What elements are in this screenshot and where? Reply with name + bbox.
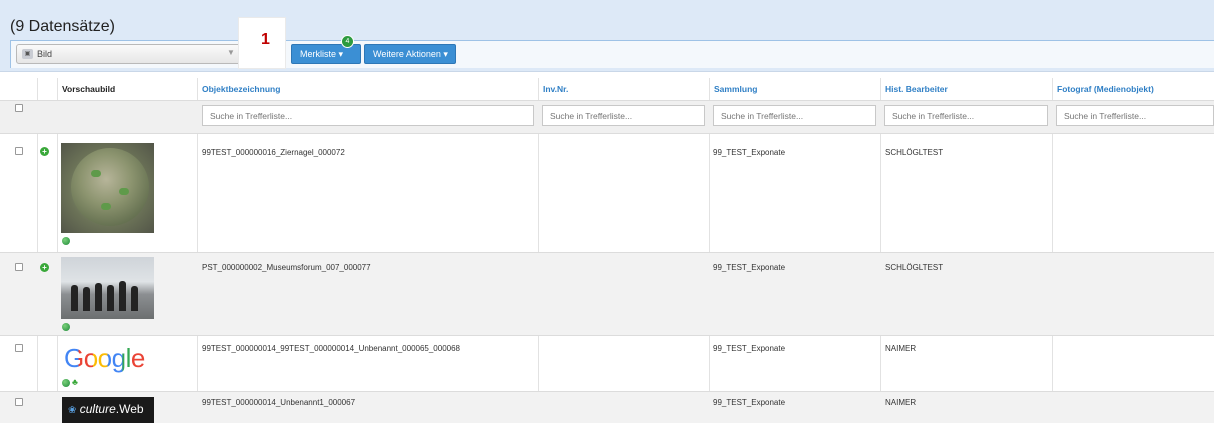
- cell-objektbezeichnung: 99TEST_000000014_Unbenannt1_000067: [202, 398, 356, 407]
- patina-spot: [119, 188, 129, 195]
- result-header: (9 Datensätze) ▣ Bild ▼ 1 Merkliste ▾ 4 …: [0, 0, 1214, 72]
- annotation-number: 1: [261, 31, 270, 48]
- search-invnr[interactable]: [542, 105, 705, 126]
- table-row[interactable]: + 99TEST_000000016_Ziernagel_000072 99_T…: [0, 135, 1214, 253]
- cultureweb-logo-italic: culture: [79, 402, 116, 416]
- thumbnail-group-photo-image[interactable]: [61, 257, 154, 319]
- view-select[interactable]: ▣ Bild ▼: [16, 44, 248, 64]
- google-logo-text: Google: [64, 343, 145, 373]
- column-header-vorschaubild: Vorschaubild: [62, 84, 116, 94]
- person-figure: [83, 287, 90, 311]
- cell-sammlung: 99_TEST_Exponate: [713, 148, 786, 157]
- chevron-down-icon: ▼: [227, 48, 235, 57]
- person-figure: [107, 285, 114, 311]
- add-icon[interactable]: +: [40, 263, 49, 272]
- patina-spot: [91, 170, 101, 177]
- globe-icon[interactable]: [62, 323, 70, 331]
- column-header-hist-bearbeiter[interactable]: Hist. Bearbeiter: [881, 78, 948, 100]
- patina-spot: [101, 203, 111, 210]
- view-select-label: Bild: [37, 49, 53, 59]
- cell-objektbezeichnung: PST_000000002_Museumsforum_007_000077: [202, 263, 371, 272]
- thumbnail-cultureweb-logo-image[interactable]: ❀ culture.Web: [62, 397, 154, 423]
- cell-hist-bearbeiter: NAIMER: [885, 398, 917, 407]
- search-fotograf[interactable]: [1056, 105, 1214, 126]
- weitere-aktionen-label: Weitere Aktionen: [373, 49, 441, 59]
- add-icon[interactable]: +: [40, 147, 49, 156]
- cultureweb-logo-icon: ❀: [68, 405, 77, 416]
- row-checkbox[interactable]: [15, 344, 23, 352]
- column-header-fotograf[interactable]: Fotograf (Medienobjekt): [1053, 78, 1154, 100]
- annotation-marker: 1: [238, 17, 286, 69]
- cell-hist-bearbeiter: SCHLÖGLTEST: [885, 263, 944, 272]
- person-figure: [71, 285, 78, 311]
- search-sammlung[interactable]: [713, 105, 876, 126]
- table-row[interactable]: Google ♣ 99TEST_000000014_99TEST_0000000…: [0, 336, 1214, 392]
- person-figure: [119, 281, 126, 311]
- page-title: (9 Datensätze): [10, 18, 115, 35]
- thumbnail-coin-image[interactable]: [61, 143, 154, 233]
- table-row[interactable]: ❀ culture.Web 99TEST_000000014_Unbenannt…: [0, 392, 1214, 423]
- column-header-sammlung[interactable]: Sammlung: [710, 78, 757, 100]
- search-hist-bearbeiter[interactable]: [884, 105, 1048, 126]
- relation-icon[interactable]: ♣: [72, 377, 78, 387]
- search-objektbezeichnung[interactable]: [202, 105, 534, 126]
- cultureweb-logo-rest: .Web: [115, 402, 144, 416]
- merkliste-label: Merkliste: [300, 49, 337, 59]
- row-checkbox[interactable]: [15, 263, 23, 271]
- merkliste-count-badge: 4: [341, 35, 354, 48]
- cell-objektbezeichnung: 99TEST_000000016_Ziernagel_000072: [202, 148, 345, 157]
- cell-hist-bearbeiter: SCHLÖGLTEST: [885, 148, 944, 157]
- table-row[interactable]: + PST_000000002_Museumsforum_007_000077 …: [0, 253, 1214, 336]
- globe-icon[interactable]: [62, 379, 70, 387]
- caret-down-icon: ▾: [443, 49, 448, 59]
- cell-objektbezeichnung: 99TEST_000000014_99TEST_000000014_Unbena…: [202, 344, 461, 353]
- cell-sammlung: 99_TEST_Exponate: [713, 398, 786, 407]
- column-header-objektbezeichnung[interactable]: Objektbezeichnung: [198, 78, 280, 100]
- cell-sammlung: 99_TEST_Exponate: [713, 344, 786, 353]
- coin-image: [71, 148, 149, 226]
- thumbnail-google-logo-image[interactable]: Google: [64, 342, 156, 374]
- select-all-checkbox[interactable]: [15, 104, 23, 112]
- cell-hist-bearbeiter: NAIMER: [885, 344, 917, 353]
- toolbar: ▣ Bild ▼: [10, 40, 1214, 68]
- column-header-invnr[interactable]: Inv.Nr.: [539, 78, 568, 100]
- image-icon: ▣: [22, 49, 33, 59]
- person-figure: [95, 283, 102, 311]
- row-checkbox[interactable]: [15, 147, 23, 155]
- cell-sammlung: 99_TEST_Exponate: [713, 263, 786, 272]
- globe-icon[interactable]: [62, 237, 70, 245]
- weitere-aktionen-button[interactable]: Weitere Aktionen ▾: [364, 44, 456, 64]
- caret-down-icon: ▾: [338, 49, 344, 59]
- row-checkbox[interactable]: [15, 398, 23, 406]
- person-figure: [131, 286, 138, 311]
